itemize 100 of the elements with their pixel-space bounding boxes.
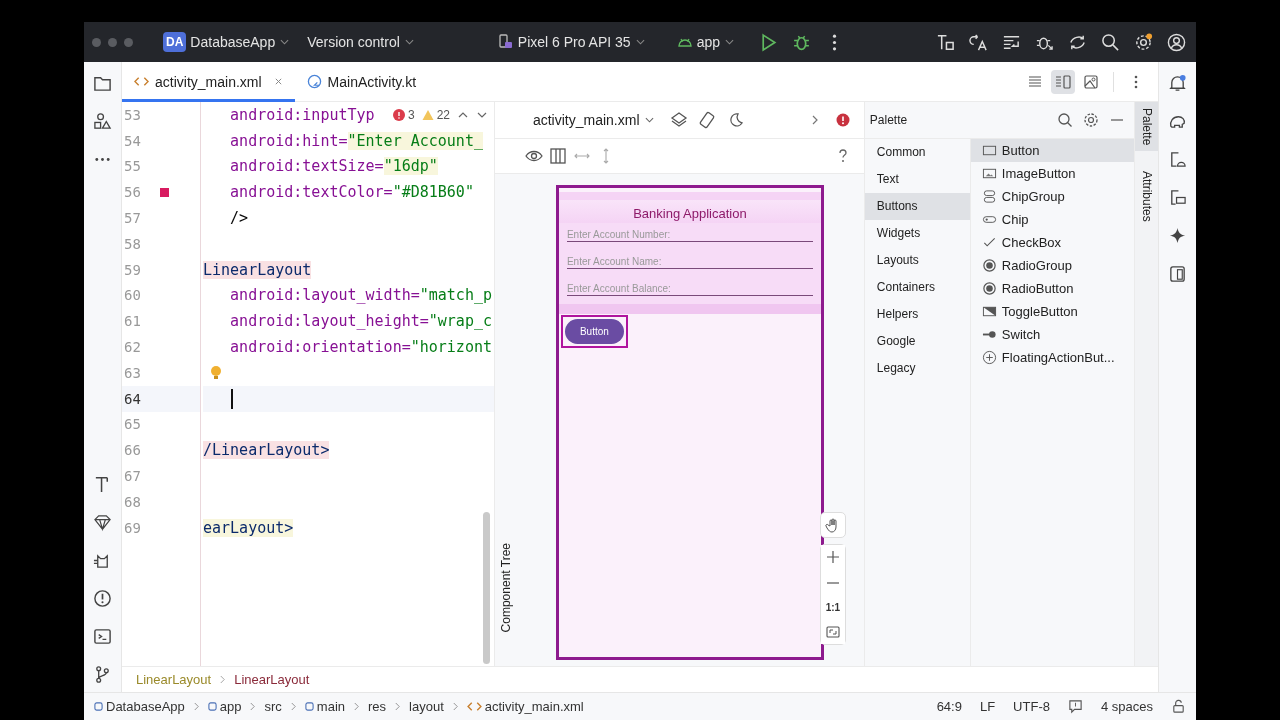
line-number: 66 [124, 442, 142, 459]
close-icon[interactable] [273, 77, 283, 86]
line-number: 59 [124, 261, 142, 278]
problems-icon[interactable] [93, 589, 112, 608]
palette-item[interactable]: RadioButton [970, 277, 1135, 300]
project-menu[interactable]: DatabaseApp [190, 34, 290, 50]
side-tab[interactable]: Palette [1135, 102, 1158, 152]
line-number: 57 [124, 210, 142, 227]
run-config-menu[interactable]: app [696, 34, 734, 50]
line-number: 67 [124, 468, 142, 485]
line-ending[interactable]: LF [979, 699, 996, 714]
terminal-icon[interactable] [93, 627, 112, 646]
palette-item[interactable]: ImageButton [970, 162, 1135, 185]
side-tab[interactable]: Attributes [1135, 165, 1158, 229]
line-number: 65 [124, 416, 142, 433]
search-icon[interactable] [1101, 32, 1120, 52]
path-item[interactable]: main [304, 699, 345, 714]
git-icon[interactable] [93, 665, 112, 684]
palette-category[interactable]: Containers [864, 274, 970, 301]
lock-icon[interactable] [1171, 699, 1186, 714]
image-icon [981, 166, 997, 181]
toggle-icon [981, 304, 997, 319]
chevron-right-icon [192, 702, 200, 711]
palette-item[interactable]: CheckBox [970, 231, 1135, 254]
device-manager-icon[interactable] [1168, 150, 1187, 169]
folder-icon[interactable] [93, 74, 112, 93]
breadcrumb-item[interactable]: LinearLayout [234, 672, 310, 687]
chevron-down-icon [725, 39, 734, 45]
pan-hand-icon[interactable] [819, 512, 846, 538]
file-tab[interactable]: MainActivity.kt [294, 61, 429, 102]
code-line: android:textColor="#D81B60" [229, 183, 474, 202]
sparkle-icon[interactable] [1168, 226, 1187, 245]
path-item[interactable]: res [368, 699, 387, 714]
translate-icon[interactable] [969, 32, 988, 52]
radio-icon [981, 258, 997, 273]
path-item[interactable]: src [264, 699, 282, 714]
palette-item[interactable]: Button [970, 139, 1135, 162]
code-line: android:textSize="16dp" [229, 157, 438, 176]
settings-icon[interactable] [1134, 32, 1153, 52]
line-number: 56 [124, 184, 142, 201]
path-item[interactable]: app [207, 699, 242, 714]
palette-category[interactable]: Common [864, 139, 970, 166]
palette-item[interactable]: ToggleButton [970, 300, 1135, 323]
line-number: 53 [124, 106, 142, 123]
code-line: android:layout_height="wrap_c [229, 312, 492, 331]
rectangle-icon [981, 143, 997, 158]
account-icon[interactable] [1167, 32, 1186, 52]
palette-item[interactable]: ChipGroup [970, 185, 1135, 208]
warning-count[interactable]: 22 [436, 108, 451, 122]
palette-item[interactable]: FloatingActionBut... [970, 346, 1135, 369]
palette-item[interactable]: Chip [970, 208, 1135, 231]
device-icon [497, 34, 514, 50]
chevron-down-icon [635, 39, 645, 45]
palette-category[interactable]: Legacy [864, 355, 970, 382]
palette-category[interactable]: Text [864, 166, 970, 193]
encoding[interactable]: UTF-8 [1013, 699, 1050, 714]
running-devices-icon[interactable] [1168, 188, 1187, 207]
indent-setting[interactable]: 4 spaces [1100, 699, 1153, 714]
vcs-menu[interactable]: Version control [307, 34, 414, 50]
split-view-icon[interactable] [1051, 69, 1075, 94]
palette-item[interactable]: RadioGroup [970, 254, 1135, 277]
palette-category[interactable]: Helpers [864, 301, 970, 328]
radio-icon [981, 281, 997, 296]
code-line: android:inputTyp [229, 105, 375, 124]
xml-file-icon [466, 701, 482, 712]
settings-icon[interactable] [1082, 111, 1101, 129]
lightbulb-icon[interactable] [210, 364, 222, 381]
preview-button[interactable]: Button [564, 319, 624, 344]
shapes-icon[interactable] [93, 112, 112, 131]
diamond-icon[interactable] [93, 513, 112, 532]
rotate-icon[interactable] [697, 111, 716, 129]
palette-item[interactable]: Switch [970, 323, 1135, 346]
layers-icon[interactable] [669, 111, 688, 129]
line-number: 54 [124, 132, 142, 149]
file-tab[interactable]: activity_main.xml [122, 61, 295, 102]
palette-category[interactable]: Buttons [864, 193, 970, 220]
path-item[interactable]: layout [409, 699, 444, 714]
columns-icon[interactable] [548, 147, 567, 165]
notifications-icon[interactable] [1168, 74, 1187, 93]
component-tree-tab[interactable]: Component Tree [498, 538, 513, 636]
device-menu[interactable]: Pixel 6 Pro API 35 [517, 34, 645, 50]
path-item[interactable]: activity_main.xml [466, 699, 584, 714]
palette-category[interactable]: Layouts [864, 247, 970, 274]
run-icon[interactable] [759, 32, 778, 52]
hammer-icon[interactable] [936, 32, 955, 52]
breadcrumb-item[interactable]: LinearLayout [136, 672, 212, 687]
code-line: /> [229, 209, 249, 228]
text-caret [231, 388, 233, 409]
scrollbar[interactable] [482, 512, 490, 664]
palette-category[interactable]: Widgets [864, 220, 970, 247]
error-count[interactable]: 3 [408, 108, 415, 122]
path-item[interactable]: DatabaseApp [94, 699, 185, 714]
line-number: 69 [124, 519, 142, 536]
code-line: android:orientation="horizont [229, 338, 492, 357]
caret-position[interactable]: 64:9 [936, 699, 962, 714]
comment-icon[interactable] [1067, 699, 1083, 714]
device-mirror-icon[interactable] [1168, 264, 1187, 283]
layout-file-dropdown[interactable]: activity_main.xml [532, 112, 654, 128]
palette-category[interactable]: Google [864, 328, 970, 355]
actual-size-button[interactable]: 1:1 [820, 597, 845, 618]
